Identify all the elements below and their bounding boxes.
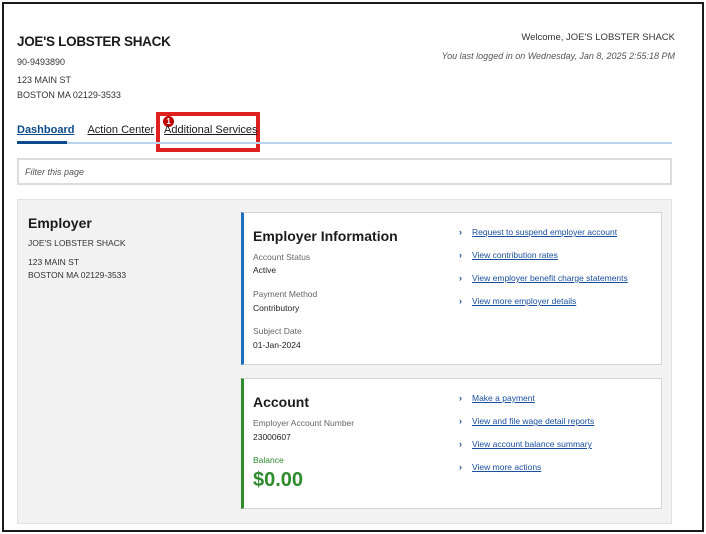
welcome-text: Welcome, JOE'S LOBSTER SHACK (521, 32, 675, 43)
chevron-right-icon: › (459, 393, 462, 403)
tab-divider (17, 142, 672, 144)
link-more-employer-details[interactable]: › View more employer details (459, 296, 576, 306)
payment-method-label: Payment Method (253, 289, 318, 299)
tab-bar: Dashboard Action Center 1 (17, 116, 179, 136)
account-title: Account (253, 394, 309, 410)
link-more-actions[interactable]: › View more actions (459, 462, 541, 472)
account-number-value: 23000607 (253, 432, 291, 442)
chevron-right-icon: › (459, 273, 462, 283)
balance-value: $0.00 (253, 469, 304, 491)
account-status-value: Active (253, 265, 277, 275)
chevron-right-icon: › (459, 416, 462, 426)
employer-address-line1: 123 MAIN ST (17, 75, 72, 85)
employer-name-heading: JOE'S LOBSTER SHACK (17, 34, 171, 49)
tab-action-center-label: Action Center (87, 124, 155, 136)
employer-information-title: Employer Information (253, 228, 398, 244)
employer-address-line2: BOSTON MA 02129-3533 (17, 90, 121, 100)
account-status-label: Account Status (253, 252, 311, 262)
tab-dashboard[interactable]: Dashboard (17, 124, 74, 136)
employer-section-address-line1: 123 MAIN ST (28, 257, 80, 267)
employer-id: 90-9493890 (17, 57, 66, 67)
subject-date-label: Subject Date (253, 326, 302, 336)
last-login-text: You last logged in on Wednesday, Jan 8, … (441, 51, 675, 61)
chevron-right-icon: › (459, 296, 462, 306)
tab-action-center[interactable]: Action Center 1 (87, 116, 175, 136)
tab-additional-services[interactable]: Additional Services (164, 124, 258, 136)
chevron-right-icon: › (459, 439, 462, 449)
subject-date-value: 01-Jan-2024 (253, 340, 301, 350)
tab-active-indicator (17, 141, 67, 144)
link-account-balance-summary[interactable]: › View account balance summary (459, 439, 592, 449)
employer-section-address-line2: BOSTON MA 02129-3533 (28, 270, 127, 280)
filter-input[interactable] (17, 158, 672, 185)
account-number-label: Employer Account Number (253, 418, 355, 428)
link-benefit-charge-statements[interactable]: › View employer benefit charge statements (459, 273, 628, 283)
link-wage-detail-reports[interactable]: › View and file wage detail reports (459, 416, 594, 426)
employer-section-title: Employer (28, 215, 92, 231)
chevron-right-icon: › (459, 462, 462, 472)
link-make-payment[interactable]: › Make a payment (459, 393, 535, 403)
chevron-right-icon: › (459, 250, 462, 260)
employer-section-name: JOE'S LOBSTER SHACK (28, 238, 126, 248)
link-contribution-rates[interactable]: › View contribution rates (459, 250, 558, 260)
balance-label: Balance (253, 455, 284, 465)
chevron-right-icon: › (459, 227, 462, 237)
payment-method-value: Contributory (253, 303, 300, 313)
link-suspend-account[interactable]: › Request to suspend employer account (459, 227, 617, 237)
